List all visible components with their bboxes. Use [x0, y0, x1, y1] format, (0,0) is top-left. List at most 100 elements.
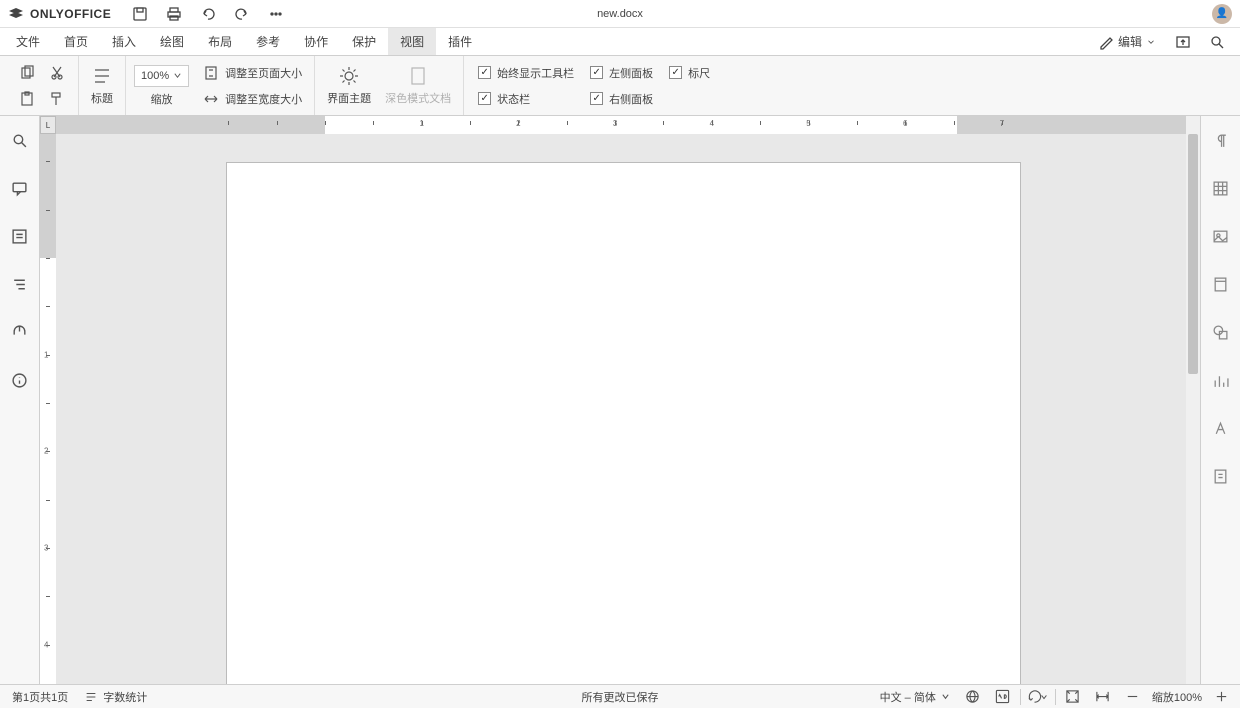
word-count-button[interactable]: 字数统计 — [76, 685, 155, 708]
dark-document-button: 深色模式文档 — [381, 58, 455, 114]
checkbox-checked-icon — [478, 92, 491, 105]
spellcheck-button[interactable] — [988, 685, 1018, 708]
menu-tab-9[interactable]: 插件 — [436, 28, 484, 55]
outline-button[interactable] — [6, 270, 34, 298]
toggle-toolbar[interactable]: 始终显示工具栏 — [472, 60, 580, 86]
statusbar: 第1页共1页 字数统计 所有更改已保存 中文 – 简体 缩放100% — [0, 684, 1240, 708]
image-settings-button[interactable] — [1207, 222, 1235, 250]
paste-button[interactable] — [14, 86, 40, 112]
menu-tab-2[interactable]: 插入 — [100, 28, 148, 55]
header-footer-button[interactable] — [1207, 270, 1235, 298]
save-button[interactable] — [123, 0, 157, 28]
checkbox-checked-icon — [590, 92, 603, 105]
vertical-ruler[interactable]: 1234 — [40, 134, 56, 684]
titlebar: ONLYOFFICE new.docx 👤 — [0, 0, 1240, 28]
more-button[interactable] — [259, 0, 293, 28]
workspace: L 1234567 1234 — [0, 116, 1240, 684]
zoom-out-button[interactable] — [1118, 685, 1148, 708]
textart-settings-button[interactable] — [1207, 414, 1235, 442]
toggle-ruler-label: 标尺 — [688, 65, 710, 81]
zoom-dropdown[interactable]: 100% — [134, 65, 189, 87]
toggle-right-panel[interactable]: 右侧面板 — [584, 86, 659, 112]
ruler-corner[interactable]: L — [40, 116, 56, 134]
menu-tab-4[interactable]: 布局 — [196, 28, 244, 55]
dark-document-label: 深色模式文档 — [385, 90, 451, 106]
page-indicator[interactable]: 第1页共1页 — [4, 685, 76, 708]
search-button[interactable] — [1202, 34, 1232, 50]
shape-settings-button[interactable] — [1207, 318, 1235, 346]
menu-tab-1[interactable]: 首页 — [52, 28, 100, 55]
checkbox-checked-icon — [669, 66, 682, 79]
toggle-ruler[interactable]: 标尺 — [663, 60, 716, 86]
zoom-level[interactable]: 缩放100% — [1148, 685, 1206, 708]
menu-tab-6[interactable]: 协作 — [292, 28, 340, 55]
save-status: 所有更改已保存 — [582, 689, 659, 705]
language-selector[interactable]: 中文 – 简体 — [872, 685, 958, 708]
menu-tab-5[interactable]: 参考 — [244, 28, 292, 55]
ribbon-view: 标题 100% 缩放 调整至页面大小 调整至宽度大小 界面主题 — [0, 56, 1240, 116]
chart-settings-button[interactable] — [1207, 366, 1235, 394]
menubar: 文件首页插入绘图布局参考协作保护视图插件 编辑 — [0, 28, 1240, 56]
format-painter-button[interactable] — [44, 86, 70, 112]
vertical-scrollbar[interactable] — [1186, 116, 1200, 684]
zoom-level-label: 缩放100% — [1152, 689, 1202, 705]
left-sidebar — [0, 116, 40, 684]
about-button[interactable] — [6, 366, 34, 394]
set-doc-language-button[interactable] — [958, 685, 988, 708]
menu-tab-0[interactable]: 文件 — [4, 28, 52, 55]
onlyoffice-icon — [8, 7, 24, 21]
toggle-statusbar-label: 状态栏 — [497, 91, 530, 107]
toggle-left-panel-label: 左侧面板 — [609, 65, 653, 81]
zoom-in-button[interactable] — [1206, 685, 1236, 708]
feedback-button[interactable] — [6, 318, 34, 346]
comments-button[interactable] — [6, 174, 34, 202]
headings-button[interactable] — [6, 222, 34, 250]
app-logo: ONLYOFFICE — [8, 7, 111, 21]
form-settings-button[interactable] — [1207, 462, 1235, 490]
fit-page-status-button[interactable] — [1058, 685, 1088, 708]
toggle-right-panel-label: 右侧面板 — [609, 91, 653, 107]
horizontal-ruler[interactable]: 1234567 — [56, 116, 1186, 134]
toggle-toolbar-label: 始终显示工具栏 — [497, 65, 574, 81]
app-name: ONLYOFFICE — [30, 7, 111, 21]
edit-mode-label: 编辑 — [1118, 33, 1142, 50]
word-count-label: 字数统计 — [103, 689, 147, 705]
page-1[interactable] — [226, 162, 1021, 684]
user-avatar[interactable]: 👤 — [1212, 4, 1232, 24]
language-label: 中文 – 简体 — [880, 689, 936, 705]
fit-width-label: 调整至宽度大小 — [225, 91, 302, 107]
find-button[interactable] — [6, 126, 34, 154]
cut-button[interactable] — [44, 60, 70, 86]
fit-width-button[interactable]: 调整至宽度大小 — [199, 86, 306, 112]
undo-button[interactable] — [191, 0, 225, 28]
redo-button[interactable] — [225, 0, 259, 28]
table-settings-button[interactable] — [1207, 174, 1235, 202]
theme-button[interactable]: 界面主题 — [323, 58, 375, 114]
document-viewport[interactable] — [56, 134, 1186, 684]
zoom-label: 缩放 — [151, 91, 173, 107]
edit-mode-button[interactable]: 编辑 — [1090, 28, 1164, 56]
fit-width-status-button[interactable] — [1088, 685, 1118, 708]
theme-label: 界面主题 — [327, 90, 371, 106]
menu-tab-7[interactable]: 保护 — [340, 28, 388, 55]
fit-page-label: 调整至页面大小 — [225, 65, 302, 81]
editor-area: L 1234567 1234 — [40, 116, 1200, 684]
document-title: new.docx — [597, 8, 643, 20]
print-button[interactable] — [157, 0, 191, 28]
track-changes-button[interactable] — [1023, 685, 1053, 708]
toggle-left-panel[interactable]: 左侧面板 — [584, 60, 659, 86]
menu-tab-8[interactable]: 视图 — [388, 28, 436, 55]
copy-button[interactable] — [14, 60, 40, 86]
fit-page-button[interactable]: 调整至页面大小 — [199, 60, 306, 86]
page-indicator-label: 第1页共1页 — [12, 689, 68, 705]
scrollbar-thumb[interactable] — [1188, 134, 1198, 374]
menu-tab-3[interactable]: 绘图 — [148, 28, 196, 55]
checkbox-checked-icon — [478, 66, 491, 79]
paragraph-settings-button[interactable] — [1207, 126, 1235, 154]
open-location-button[interactable] — [1168, 34, 1198, 50]
checkbox-checked-icon — [590, 66, 603, 79]
zoom-value: 100% — [141, 70, 169, 82]
navigation-button[interactable]: 标题 — [87, 58, 117, 114]
toggle-statusbar[interactable]: 状态栏 — [472, 86, 580, 112]
right-sidebar — [1200, 116, 1240, 684]
